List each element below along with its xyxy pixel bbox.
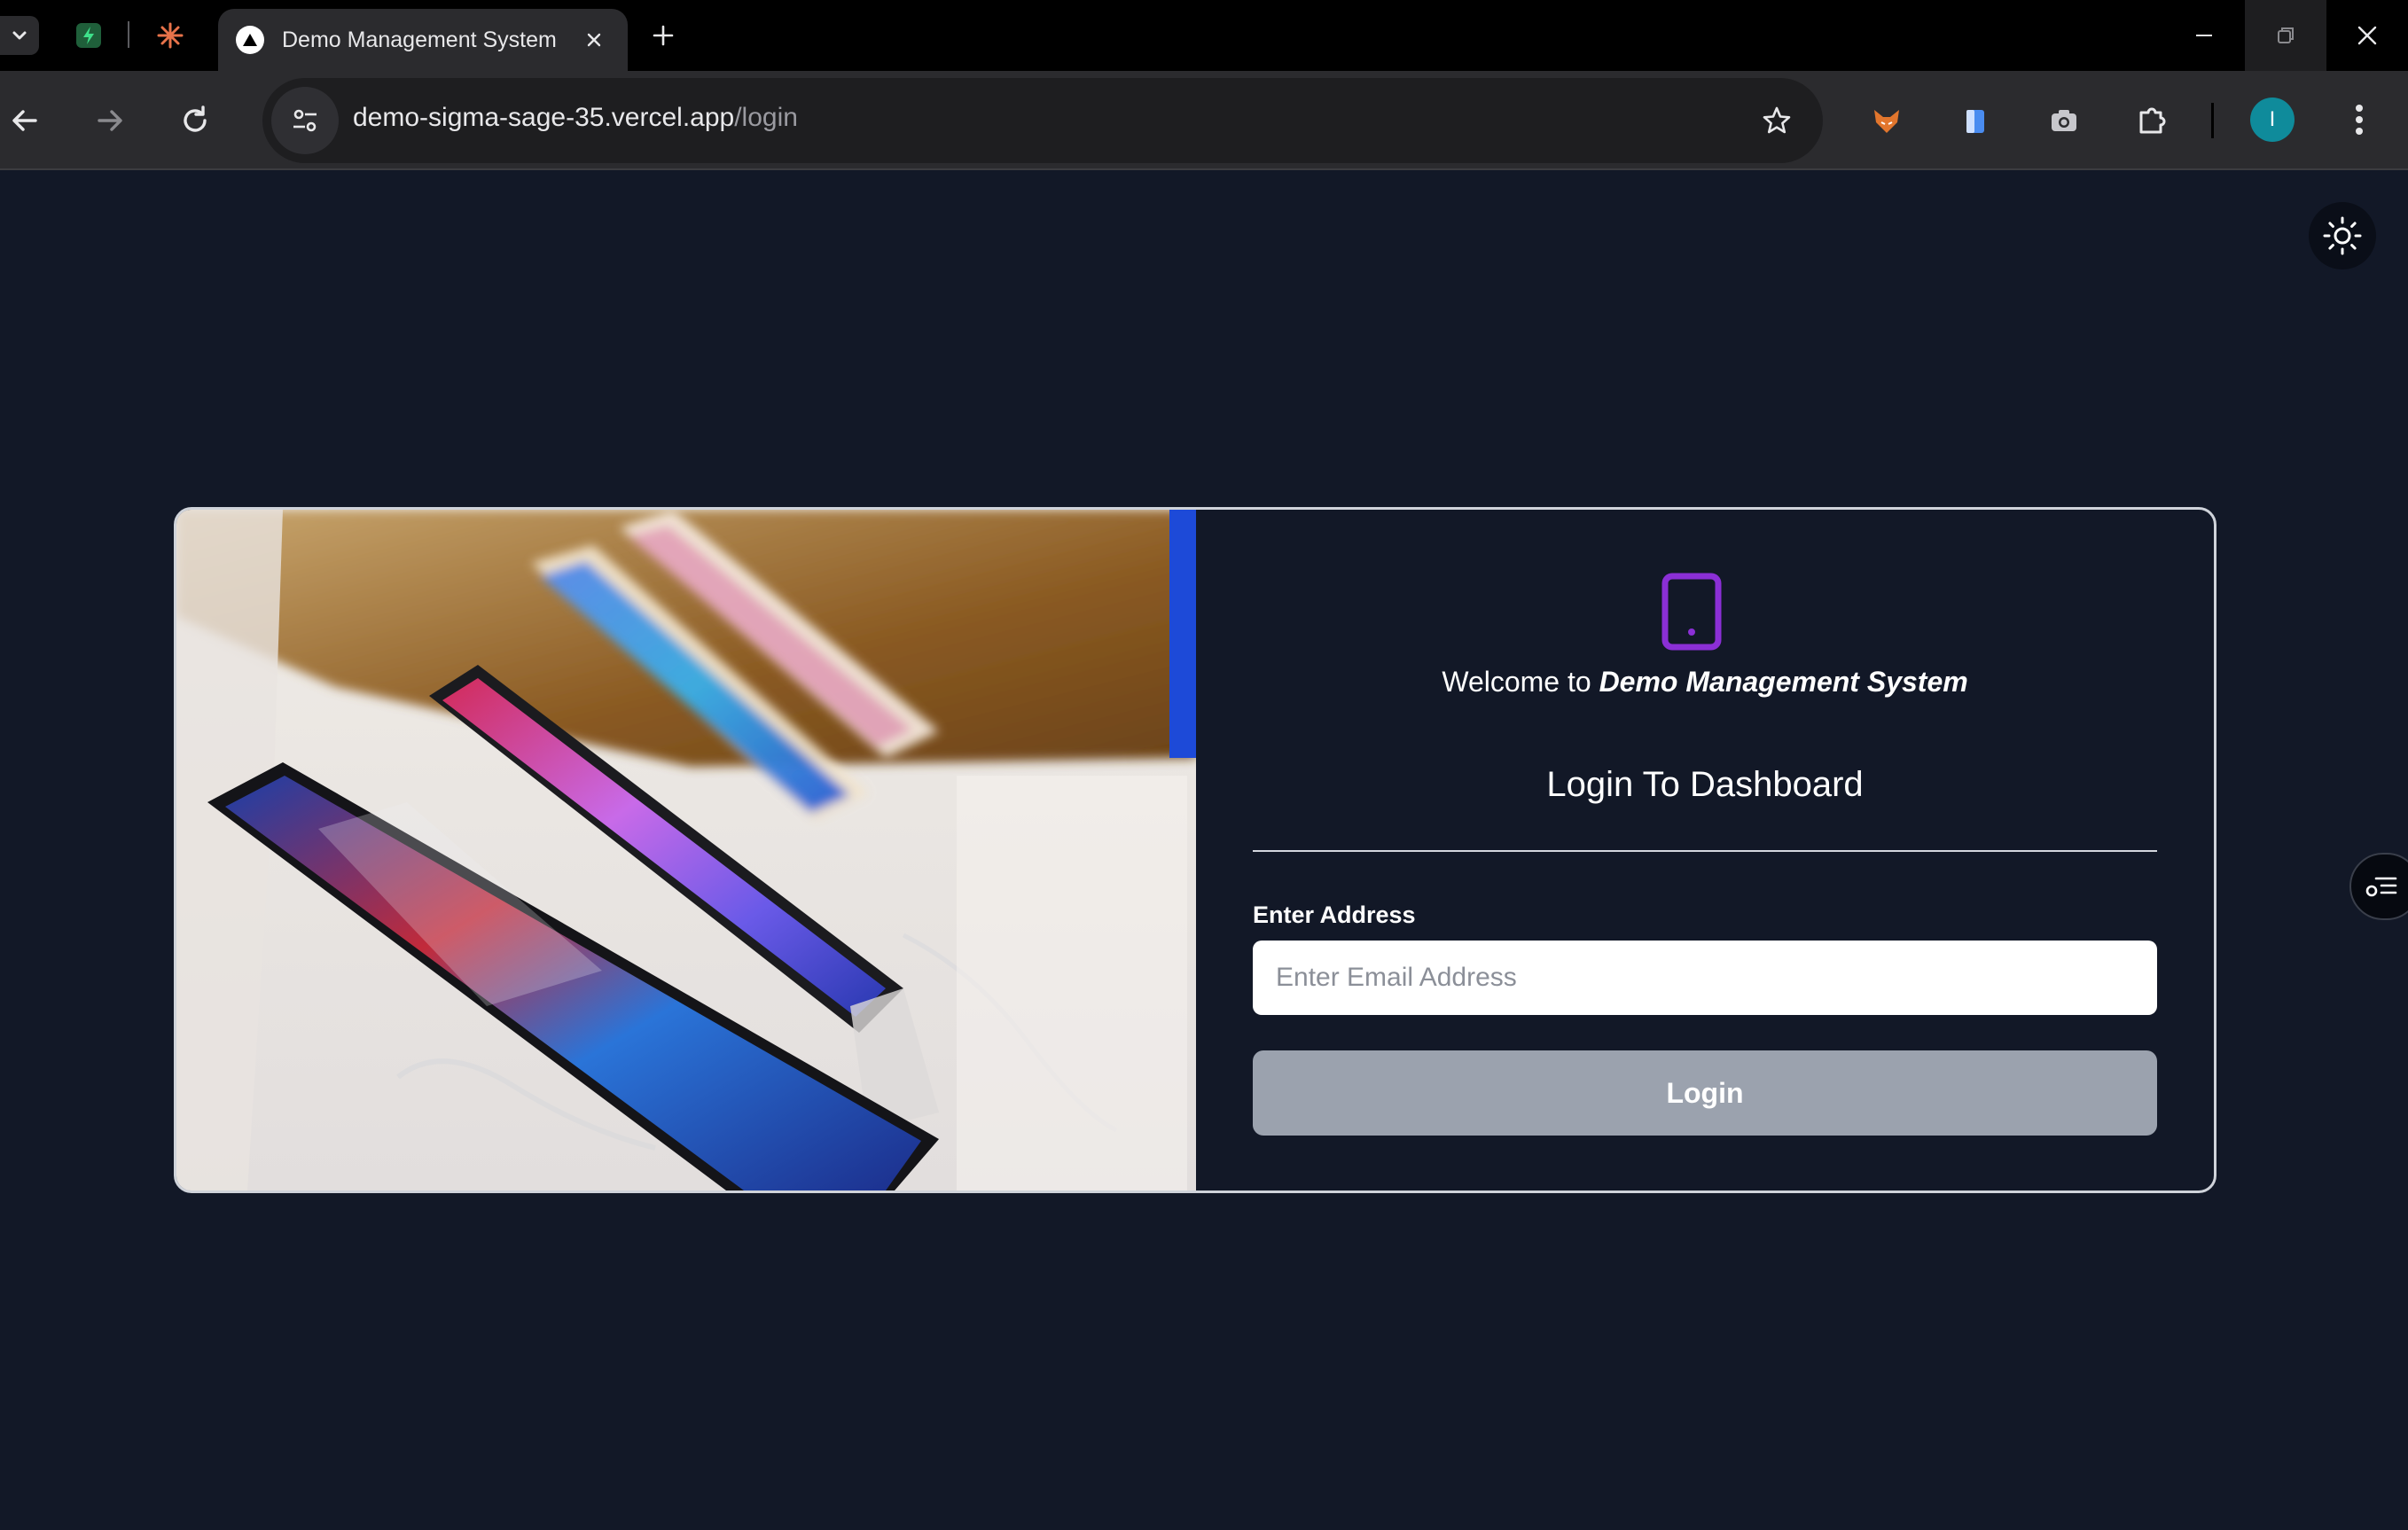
reload-icon bbox=[184, 105, 207, 132]
theme-toggle-button[interactable] bbox=[2309, 202, 2376, 269]
app-name: Demo Management System bbox=[1599, 666, 1968, 698]
bolt-icon bbox=[76, 23, 101, 48]
close-icon bbox=[2357, 26, 2377, 45]
welcome-prefix: Welcome to bbox=[1442, 666, 1599, 698]
email-label: Enter Address bbox=[1253, 902, 1416, 928]
restore-button[interactable] bbox=[2245, 0, 2326, 71]
profile-avatar[interactable]: I bbox=[2250, 98, 2295, 142]
pinned-tab-spark[interactable] bbox=[151, 16, 190, 55]
browser-menu-icon[interactable] bbox=[2337, 98, 2381, 142]
welcome-text: Welcome to Demo Management System bbox=[1196, 666, 2214, 699]
login-heading: Login To Dashboard bbox=[1546, 765, 1864, 804]
login-form-panel: Welcome to Demo Management System Login … bbox=[1196, 510, 2214, 1190]
url-path: /login bbox=[734, 103, 798, 132]
tab-search-button[interactable] bbox=[0, 16, 39, 55]
extension-fox-icon[interactable] bbox=[1865, 99, 1908, 142]
back-button[interactable] bbox=[0, 96, 50, 145]
url-text[interactable]: demo-sigma-sage-35.vercel.app/login bbox=[353, 103, 798, 133]
toolbar-separator bbox=[2211, 103, 2214, 138]
bookmark-star-icon[interactable] bbox=[1757, 101, 1796, 140]
phones-display-photo bbox=[176, 510, 1196, 1190]
extension-clipboard-icon[interactable] bbox=[1954, 99, 1997, 142]
vercel-triangle-icon bbox=[236, 26, 264, 54]
close-window-button[interactable] bbox=[2326, 0, 2408, 71]
minimize-button[interactable] bbox=[2163, 0, 2245, 71]
new-tab-button[interactable] bbox=[644, 16, 683, 55]
email-input[interactable] bbox=[1253, 941, 2157, 1015]
login-card: Welcome to Demo Management System Login … bbox=[174, 507, 2216, 1193]
minimize-icon bbox=[2196, 35, 2212, 36]
arrow-right-icon bbox=[98, 110, 122, 131]
browser-toolbar: demo-sigma-sage-35.vercel.app/login I bbox=[0, 71, 2408, 170]
extension-camera-icon[interactable] bbox=[2043, 99, 2085, 142]
list-settings-icon bbox=[2365, 877, 2397, 897]
pinned-tab-bolt[interactable] bbox=[69, 16, 108, 55]
tune-icon bbox=[293, 109, 317, 132]
url-host: demo-sigma-sage-35.vercel.app bbox=[353, 103, 735, 132]
forward-button[interactable] bbox=[85, 96, 135, 145]
address-bar[interactable]: demo-sigma-sage-35.vercel.app/login bbox=[262, 78, 1823, 163]
active-tab-title: Demo Management System bbox=[282, 27, 557, 52]
restore-icon bbox=[2278, 27, 2294, 43]
sparkle-icon bbox=[157, 22, 184, 49]
chevron-down-icon bbox=[12, 31, 27, 40]
login-button[interactable]: Login bbox=[1253, 1050, 2157, 1136]
tab-separator bbox=[128, 21, 129, 48]
close-tab-icon[interactable] bbox=[580, 26, 608, 54]
extensions-puzzle-icon[interactable] bbox=[2131, 99, 2174, 142]
browser-tab-strip: Demo Management System bbox=[0, 0, 2408, 71]
arrow-left-icon bbox=[12, 110, 37, 131]
sun-icon bbox=[2323, 216, 2362, 255]
divider bbox=[1253, 850, 2157, 852]
floating-side-widget[interactable] bbox=[2349, 853, 2408, 920]
reload-button[interactable] bbox=[170, 96, 220, 145]
plus-icon bbox=[653, 25, 674, 46]
active-tab[interactable]: Demo Management System bbox=[218, 9, 628, 71]
site-info-button[interactable] bbox=[271, 87, 339, 154]
tablet-icon bbox=[1661, 573, 1722, 651]
